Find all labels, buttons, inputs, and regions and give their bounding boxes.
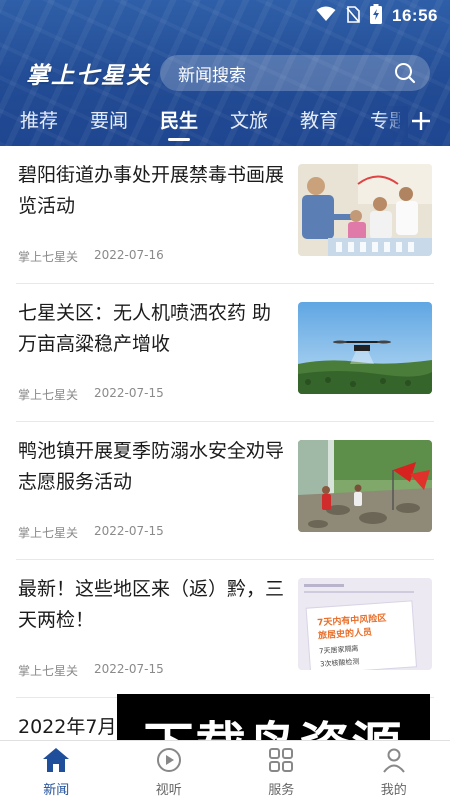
article-title: 鸭池镇开展夏季防溺水安全劝导志愿服务活动 [18,440,285,493]
home-icon [42,747,70,777]
list-item[interactable]: 七星关区：无人机喷洒农药 助万亩高粱稳产增收 掌上七星关 2022-07-15 [16,284,434,422]
nav-services[interactable]: 服务 [225,741,338,800]
app-logo: 掌上七星关 [26,62,151,89]
article-source: 掌上七星关 [18,526,79,540]
category-tabs: 推荐 要闻 民生 文旅 教育 专题 [0,106,450,146]
article-title: 七星关区：无人机喷洒农药 助万亩高粱稳产增收 [18,302,272,355]
article-thumbnail[interactable] [298,164,432,256]
search-bar[interactable]: 新闻搜索 [160,55,430,91]
nav-label-services: 服务 [268,783,295,798]
tab-fade [380,106,408,142]
tab-culture-tourism[interactable]: 文旅 [230,106,268,146]
search-icon[interactable] [394,62,416,88]
status-bar: 16:56 [0,0,450,32]
plus-icon[interactable] [410,110,432,136]
bottom-navigation: 新闻 视听 服务 我的 [0,740,450,800]
tab-education[interactable]: 教育 [300,106,338,146]
play-icon [156,747,182,777]
article-meta: 掌上七星关 2022-07-16 [18,248,164,265]
nav-label-media: 视听 [155,783,182,798]
article-date: 2022-07-15 [94,524,164,538]
status-time: 16:56 [392,6,438,25]
list-item[interactable]: 碧阳街道办事处开展禁毒书画展览活动 掌上七星关 2022-07-16 [16,146,434,284]
wifi-icon [316,6,336,26]
article-title: 碧阳街道办事处开展禁毒书画展览活动 [18,164,285,217]
article-meta: 掌上七星关 2022-07-15 [18,386,164,403]
article-title: 最新！这些地区来（返）黔，三天两检！ [18,578,285,631]
news-list: 碧阳街道办事处开展禁毒书画展览活动 掌上七星关 2022-07-16 七星关区：… [0,146,450,740]
article-thumbnail[interactable]: 7天内有中风险区 旅居史的人员 7天居家隔离 3次核酸检测 [298,578,432,670]
tab-headlines[interactable]: 要闻 [90,106,128,146]
article-date: 2022-07-16 [94,248,164,262]
grid-icon [268,747,294,777]
search-placeholder: 新闻搜索 [178,65,246,86]
tab-livelihood[interactable]: 民生 [160,106,198,146]
no-sim-icon [346,5,360,27]
list-item[interactable]: 鸭池镇开展夏季防溺水安全劝导志愿服务活动 掌上七星关 2022-07-15 [16,422,434,560]
nav-media[interactable]: 视听 [113,741,226,800]
nav-label-profile: 我的 [380,783,407,798]
article-source: 掌上七星关 [18,664,79,678]
battery-charging-icon [370,4,383,28]
nav-label-news: 新闻 [43,783,70,798]
article-date: 2022-07-15 [94,662,164,676]
article-thumbnail[interactable] [298,302,432,394]
app-header: 16:56 掌上七星关 新闻搜索 推荐 要闻 民生 文旅 教育 专题 [0,0,450,146]
article-meta: 掌上七星关 2022-07-15 [18,524,164,541]
article-date: 2022-07-15 [94,386,164,400]
article-source: 掌上七星关 [18,250,79,264]
list-item[interactable]: 最新！这些地区来（返）黔，三天两检！ 掌上七星关 2022-07-15 7天内有… [16,560,434,698]
nav-news[interactable]: 新闻 [0,741,113,800]
user-icon [381,747,407,777]
tab-recommend[interactable]: 推荐 [20,106,58,146]
article-source: 掌上七星关 [18,388,79,402]
article-thumbnail[interactable] [298,440,432,532]
article-meta: 掌上七星关 2022-07-15 [18,662,164,679]
nav-profile[interactable]: 我的 [338,741,450,800]
